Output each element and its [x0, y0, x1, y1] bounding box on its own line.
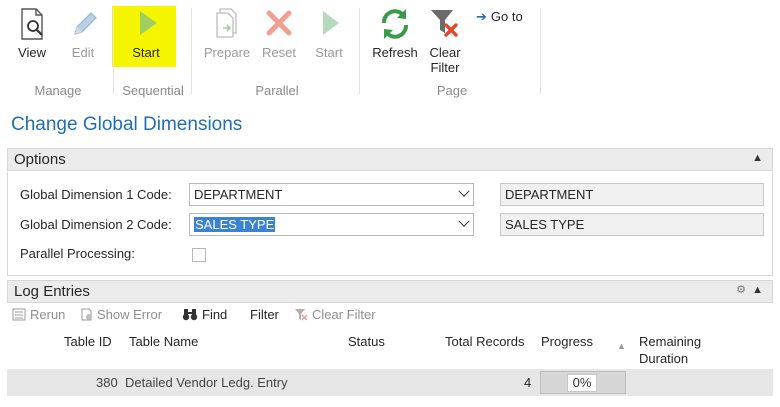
ribbon-separator — [359, 8, 360, 94]
binoculars-icon — [182, 309, 198, 321]
reset-x-icon — [266, 10, 292, 36]
group-label-parallel: Parallel — [255, 83, 299, 98]
goto-button[interactable]: ➔ Go to — [476, 9, 523, 25]
prepare-documents-icon — [216, 8, 237, 38]
cell-table-name: Detailed Vendor Ledg. Entry — [125, 375, 288, 390]
refresh-button[interactable]: Refresh — [372, 6, 418, 60]
cell-progress: 0% — [567, 374, 597, 392]
log-entries-fasttab-header[interactable]: Log Entries ⚙ ▲ — [7, 280, 773, 303]
play-icon — [140, 11, 157, 35]
refresh-icon — [382, 9, 408, 39]
col-header-table-id[interactable]: Table ID — [64, 333, 112, 350]
col-header-total-records[interactable]: Total Records — [445, 333, 524, 350]
arrow-right-icon: ➔ — [476, 9, 487, 24]
clear-filter-icon — [431, 10, 458, 37]
options-fasttab-header[interactable]: Options ▲ — [7, 148, 773, 171]
dropdown-chevron-icon[interactable] — [458, 185, 470, 197]
dim2-combobox[interactable]: SALES TYPE — [189, 213, 474, 236]
dim1-value: DEPARTMENT — [194, 187, 283, 202]
col-header-status[interactable]: Status — [348, 333, 385, 350]
parallel-processing-checkbox[interactable] — [192, 248, 206, 262]
dim1-combobox[interactable]: DEPARTMENT — [189, 183, 474, 206]
reset-button[interactable]: Reset — [260, 6, 298, 60]
edit-button[interactable]: Edit — [66, 6, 100, 60]
parallel-start-button[interactable]: Start — [310, 6, 348, 60]
dim1-label: Global Dimension 1 Code: — [20, 187, 172, 202]
group-label-page: Page — [436, 83, 468, 98]
find-button[interactable]: Find — [182, 307, 227, 322]
clear-filter-icon — [295, 309, 308, 321]
clear-filter-label-line2: Filter — [430, 60, 460, 75]
rerun-button[interactable]: Rerun — [12, 307, 65, 322]
dim1-current-field: DEPARTMENT — [500, 183, 764, 206]
view-button[interactable]: View — [14, 6, 50, 60]
view-document-icon — [21, 8, 43, 40]
col-header-remaining-duration[interactable]: Remaining Duration — [639, 333, 701, 367]
prepare-button[interactable]: Prepare — [202, 6, 252, 60]
clear-filter-button[interactable]: Clear Filter — [427, 6, 463, 75]
group-label-sequential: Sequential — [122, 83, 184, 98]
col-header-progress[interactable]: Progress — [541, 333, 593, 350]
parallel-processing-label: Parallel Processing: — [20, 246, 135, 261]
ribbon: View Edit Start Prepare Reset Start Refr… — [0, 0, 780, 101]
pencil-icon — [74, 12, 97, 35]
collapse-chevron-icon[interactable]: ▲ — [752, 284, 763, 296]
table-row[interactable]: 380 Detailed Vendor Ledg. Entry 4 0% — [7, 369, 773, 396]
dropdown-chevron-icon[interactable] — [458, 215, 470, 227]
settings-gear-icon[interactable]: ⚙ — [736, 283, 746, 296]
play-icon — [323, 11, 339, 35]
ribbon-separator — [113, 8, 114, 94]
dim2-value: SALES TYPE — [194, 217, 276, 232]
filter-button[interactable]: Filter — [250, 307, 279, 322]
options-header-label: Options — [14, 151, 66, 168]
clear-filter-toolbar-button[interactable]: Clear Filter — [294, 307, 376, 322]
error-document-icon — [81, 308, 92, 321]
group-label-manage: Manage — [34, 83, 82, 98]
sequential-start-button[interactable]: Start — [126, 6, 166, 60]
collapse-chevron-icon[interactable]: ▲ — [752, 152, 763, 164]
ribbon-separator — [191, 8, 192, 94]
cell-total-records: 4 — [524, 375, 532, 390]
clear-filter-label-line1: Clear — [429, 45, 461, 60]
dim2-current-field: SALES TYPE — [500, 213, 764, 236]
page-title: Change Global Dimensions — [11, 114, 243, 135]
show-error-button[interactable]: Show Error — [80, 307, 162, 322]
cell-table-id: 380 — [96, 375, 118, 390]
rerun-icon — [12, 308, 26, 321]
log-entries-header-label: Log Entries — [14, 283, 90, 300]
sort-arrow-icon: ▲ — [617, 341, 626, 351]
dim2-label: Global Dimension 2 Code: — [20, 217, 172, 232]
col-header-table-name[interactable]: Table Name — [129, 333, 198, 350]
ribbon-separator — [540, 8, 541, 94]
